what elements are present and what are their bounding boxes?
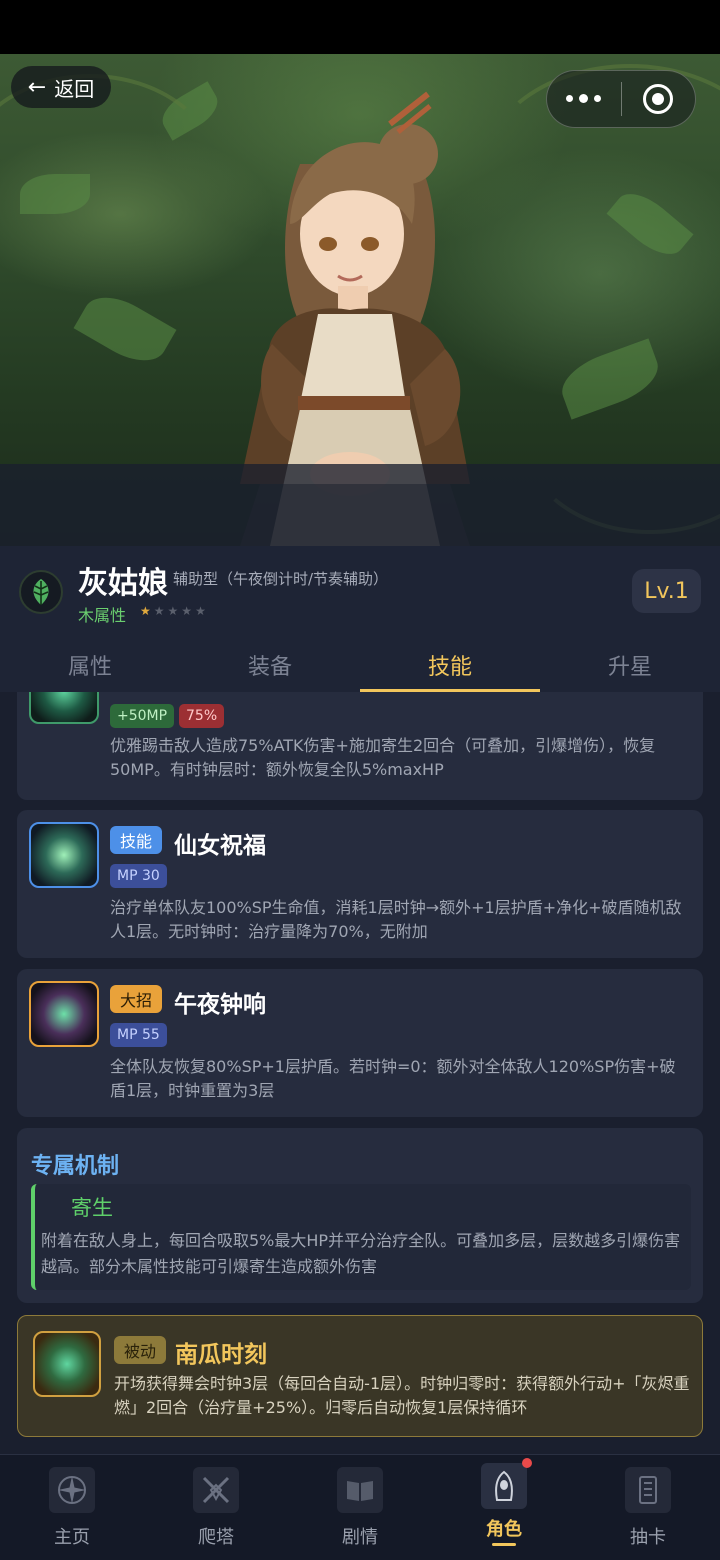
hooded-figure-icon [481, 1463, 527, 1509]
mp-gain-tag: +50MP [110, 704, 175, 728]
skill-name: 仙女祝福 [174, 833, 266, 859]
compass-icon [49, 1467, 95, 1513]
mechanic-name: 寄生 [71, 1196, 113, 1220]
skill-description: 全体队友恢复80%SP+1层护盾。若时钟=0：额外对全体敌人120%SP伤害+破… [110, 1057, 676, 1100]
skill-icon [29, 981, 99, 1047]
star-icon: ★ [195, 604, 209, 618]
skill-name: 午夜钟响 [174, 992, 266, 1018]
nav-home-label: 主页 [54, 1527, 90, 1548]
nav-story-label: 剧情 [342, 1527, 378, 1548]
star-icon: ★ [140, 604, 154, 618]
nav-gacha[interactable]: 抽卡 [576, 1455, 720, 1560]
star-icon: ★ [167, 604, 182, 618]
damage-ratio-tag: 75% [179, 704, 225, 728]
close-miniprogram-button[interactable] [622, 84, 696, 114]
back-button-label: 返回 [54, 76, 95, 101]
passive-icon [33, 1331, 101, 1397]
bottom-navigation: 主页 爬塔 剧情 角色 抽卡 [0, 1454, 720, 1560]
status-bar [0, 0, 720, 54]
tab-bar: 属性 装备 技能 升星 [0, 638, 720, 692]
arrow-left-icon: ← [27, 74, 47, 100]
skills-panel: +50MP 75% 优雅踢击敌人造成75%ATK伤害+施加寄生2回合（可叠加，引… [0, 692, 720, 1454]
skill-card[interactable]: +50MP 75% 优雅踢击敌人造成75%ATK伤害+施加寄生2回合（可叠加，引… [17, 692, 703, 800]
crossed-swords-icon [193, 1467, 239, 1513]
miniprogram-capsule [546, 70, 696, 128]
passive-badge: 被动 [114, 1336, 167, 1364]
passive-description: 开场获得舞会时钟3层（每回合自动-1层）。时钟归零时：获得额外行动+「灰烬重燃」… [114, 1374, 690, 1417]
skill-card[interactable]: 技能 仙女祝福 MP 30 治疗单体队友100%SP生命值，消耗1层时钟→额外+… [17, 810, 703, 958]
star-rating: ★★★★★ [140, 604, 209, 618]
skill-icon [29, 692, 99, 724]
skill-card[interactable]: 大招 午夜钟响 MP 55 全体队友恢复80%SP+1层护盾。若时钟=0：额外对… [17, 969, 703, 1117]
book-icon [337, 1467, 383, 1513]
mp-cost-tag: MP 55 [110, 1023, 167, 1047]
level-badge: Lv.1 [632, 569, 701, 613]
nav-home[interactable]: 主页 [0, 1455, 144, 1560]
leaf-icon [33, 579, 49, 605]
hero-fade [0, 464, 720, 546]
character-name: 灰姑娘 [78, 566, 168, 601]
nav-tower-label: 爬塔 [198, 1527, 234, 1548]
more-options-button[interactable] [547, 94, 621, 103]
tab-star-up[interactable]: 升星 [540, 638, 720, 692]
notification-dot [522, 1458, 532, 1468]
mechanic-box: 寄生 附着在敌人身上，每回合吸取5%最大HP并平分治疗全队。可叠加多层，层数越多… [31, 1184, 691, 1290]
nav-gacha-label: 抽卡 [630, 1527, 666, 1548]
exclusive-mechanic-card: 专属机制 寄生 附着在敌人身上，每回合吸取5%最大HP并平分治疗全队。可叠加多层… [17, 1128, 703, 1303]
tab-equipment[interactable]: 装备 [180, 638, 360, 692]
star-icon: ★ [181, 604, 196, 618]
mp-cost-tag: MP 30 [110, 864, 167, 888]
skill-description: 治疗单体队友100%SP生命值，消耗1层时钟→额外+1层护盾+净化+破盾随机敌人… [110, 898, 682, 941]
mechanic-section-title: 专属机制 [31, 1154, 120, 1179]
tab-attributes[interactable]: 属性 [0, 638, 180, 692]
character-role: 辅助型（午夜倒计时/节奏辅助） [173, 570, 389, 588]
card-icon [625, 1467, 671, 1513]
active-nav-indicator [492, 1543, 516, 1546]
ultimate-badge: 大招 [110, 985, 163, 1013]
character-attribute: 木属性 [78, 606, 127, 625]
wood-element-badge [19, 570, 63, 614]
skill-icon [29, 822, 99, 888]
nav-character-label: 角色 [486, 1519, 522, 1540]
target-icon [643, 84, 674, 114]
passive-skill-card[interactable]: 被动 南瓜时刻 开场获得舞会时钟3层（每回合自动-1层）。时钟归零时：获得额外行… [17, 1315, 703, 1437]
nav-tower[interactable]: 爬塔 [144, 1455, 288, 1560]
passive-name: 南瓜时刻 [175, 1342, 267, 1368]
back-button[interactable]: ← 返回 [11, 66, 111, 108]
skill-type-badge: 技能 [110, 826, 163, 854]
skill-description: 优雅踢击敌人造成75%ATK伤害+施加寄生2回合（可叠加，引爆增伤），恢复50M… [110, 736, 656, 779]
mechanic-description: 附着在敌人身上，每回合吸取5%最大HP并平分治疗全队。可叠加多层，层数越多引爆伤… [41, 1231, 681, 1276]
tab-skills[interactable]: 技能 [360, 638, 540, 692]
star-icon: ★ [153, 604, 168, 618]
nav-story[interactable]: 剧情 [288, 1455, 432, 1560]
